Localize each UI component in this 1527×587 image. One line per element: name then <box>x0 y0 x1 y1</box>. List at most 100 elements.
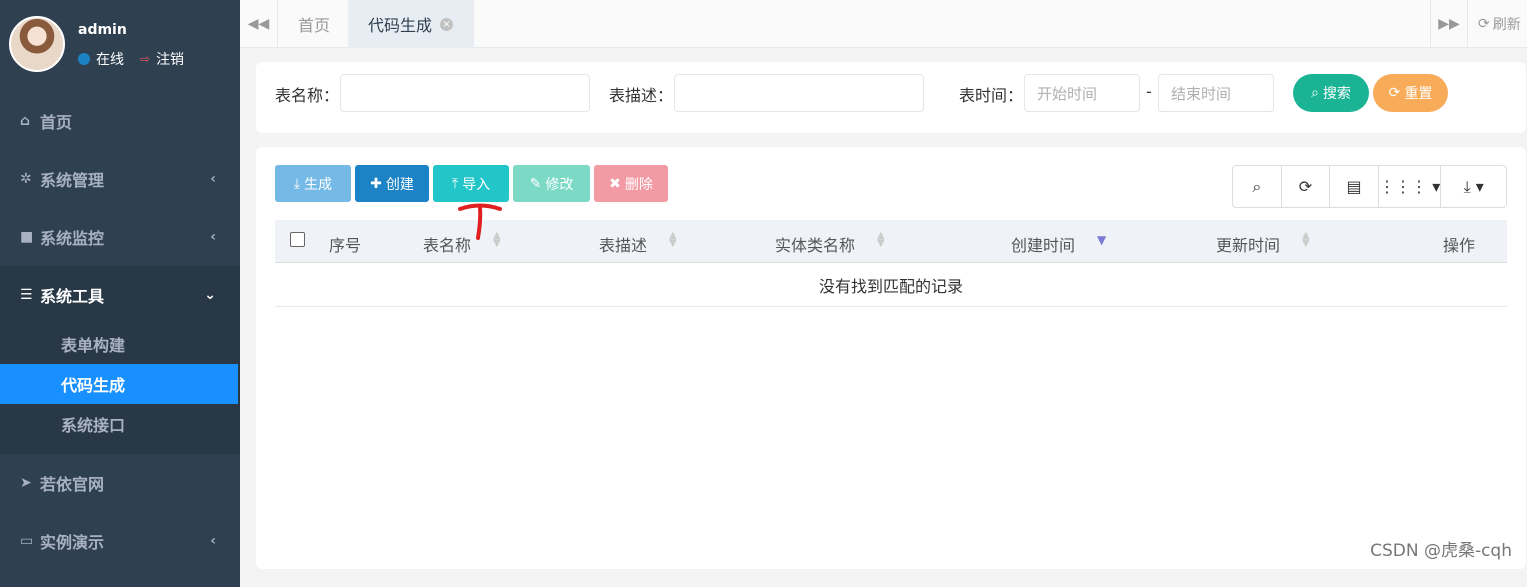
grid-icon: ⋮⋮⋮ ▾ <box>1379 177 1441 196</box>
import-label: 导入 <box>462 176 491 193</box>
sidebar-item-label: 若依官网 <box>40 475 105 494</box>
system-tools-submenu: 表单构建 代码生成 系统接口 <box>0 324 240 454</box>
table-name-input[interactable] <box>340 74 590 112</box>
tab-scroll-left-icon[interactable]: ◀◀ <box>240 0 278 48</box>
sidebar-item-demo[interactable]: ▭ 实例演示 ‹ <box>0 512 240 570</box>
send-icon: ➤ <box>20 475 32 491</box>
edit-icon: ✎ <box>529 175 542 192</box>
end-time-input[interactable]: 结束时间 <box>1158 74 1274 112</box>
reset-button-label: 重置 <box>1404 86 1433 102</box>
reset-button[interactable]: ⟳ 重置 <box>1373 74 1448 112</box>
sort-icon[interactable]: ▲ ▼ <box>877 231 885 249</box>
create-button[interactable]: ✚ 创建 <box>355 165 429 202</box>
avatar[interactable] <box>9 16 65 72</box>
close-icon[interactable]: × <box>440 17 454 31</box>
edit-button[interactable]: ✎ 修改 <box>513 165 590 202</box>
sidebar-item-ruoyi-site[interactable]: ➤ 若依官网 <box>0 454 240 512</box>
sidebar-item-label: 系统管理 <box>40 171 105 190</box>
toggle-view-button[interactable]: ▤ <box>1330 166 1379 207</box>
empty-table-message: 没有找到匹配的记录 <box>275 263 1507 307</box>
select-all-checkbox[interactable] <box>290 232 305 247</box>
create-label: 创建 <box>385 176 414 193</box>
tab-code-gen[interactable]: 代码生成 × <box>348 0 475 48</box>
sidebar-item-system-manage[interactable]: ✲ 系统管理 ‹ <box>0 150 240 208</box>
time-range-dash: - <box>1146 82 1152 101</box>
table-toolbar: ⌕ ⟳ ▤ ⋮⋮⋮ ▾ ⤓ ▾ <box>1232 165 1507 208</box>
start-time-input[interactable]: 开始时间 <box>1024 74 1140 112</box>
table-desc-input[interactable] <box>674 74 924 112</box>
tab-bar: ◀◀ 首页 代码生成 × ▶▶ ⟳ 刷新 <box>240 0 1527 48</box>
sidebar-item-system-tools[interactable]: ☰ 系统工具 ⌄ <box>0 266 240 324</box>
table-desc-label: 表描述： <box>609 86 674 105</box>
gear-icon: ✲ <box>20 171 32 187</box>
sidebar-item-label: 实例演示 <box>40 533 105 552</box>
sidebar-item-system-monitor[interactable]: ■ 系统监控 ‹ <box>0 208 240 266</box>
generate-button[interactable]: ⤓ 生成 <box>275 165 351 202</box>
column-header: 序号 <box>329 236 362 255</box>
tab-home[interactable]: 首页 <box>278 0 352 48</box>
edit-label: 修改 <box>545 176 574 193</box>
chevron-left-icon: ‹ <box>210 171 216 187</box>
online-label: 在线 <box>96 52 124 68</box>
chevron-left-icon: ‹ <box>210 533 216 549</box>
user-status: 在线 ⇨ 注销 <box>78 49 184 69</box>
sidebar-item-home[interactable]: ⌂ 首页 <box>0 92 240 150</box>
columns-button[interactable]: ⋮⋮⋮ ▾ <box>1379 166 1442 207</box>
chevron-left-icon: ‹ <box>210 229 216 245</box>
sidebar-item-label: 系统监控 <box>40 229 105 248</box>
sort-desc-icon[interactable]: ▼ <box>1097 234 1106 246</box>
refresh-label: 刷新 <box>1492 17 1521 33</box>
user-name: admin <box>78 22 127 38</box>
download-icon: ⤓ <box>293 175 301 192</box>
chevron-down-icon: ⌄ <box>204 287 216 303</box>
delete-label: 删除 <box>624 176 653 193</box>
table-panel: ⤓ 生成 ✚ 创建 ⤒ 导入 ✎ 修改 ✖ 删除 ⌕ ⟳ ▤ ⋮⋮⋮ ▾ ⤓ ▾… <box>256 147 1526 569</box>
bars-icon: ☰ <box>20 287 33 303</box>
remove-icon: ✖ <box>609 175 621 192</box>
logout-link[interactable]: 注销 <box>156 49 184 69</box>
refresh-icon: ⟳ <box>1298 177 1313 196</box>
refresh-icon: ⟳ <box>1388 85 1401 101</box>
sidebar-subitem-code-gen[interactable]: 代码生成 <box>0 364 238 404</box>
logout-icon[interactable]: ⇨ <box>140 52 150 66</box>
watermark: CSDN @虎桑-cqh <box>1370 541 1512 561</box>
delete-button[interactable]: ✖ 删除 <box>594 165 668 202</box>
user-panel: admin 在线 ⇨ 注销 <box>0 0 240 90</box>
sidebar-subitem-api[interactable]: 系统接口 <box>0 404 240 444</box>
search-button[interactable]: ⌕ 搜索 <box>1293 74 1369 112</box>
sidebar-item-label: 系统工具 <box>40 287 105 306</box>
search-icon: ⌕ <box>1252 176 1262 196</box>
generate-label: 生成 <box>304 176 333 193</box>
list-icon: ▤ <box>1346 177 1362 196</box>
import-button[interactable]: ⤒ 导入 <box>433 165 509 202</box>
tab-label: 代码生成 <box>368 16 433 35</box>
sidebar-subitem-form-build[interactable]: 表单构建 <box>0 324 240 364</box>
column-header[interactable]: 表描述 <box>599 232 647 256</box>
desktop-icon: ▭ <box>20 533 34 549</box>
column-header[interactable]: 更新时间 <box>1216 232 1280 256</box>
search-icon: ⌕ <box>1311 85 1319 101</box>
tab-scroll-right-icon[interactable]: ▶▶ <box>1430 0 1468 48</box>
online-dot-icon <box>78 53 90 65</box>
red-arrow-annotation <box>458 203 502 240</box>
table-name-label: 表名称： <box>275 86 340 105</box>
sort-icon[interactable]: ▲ ▼ <box>1302 231 1310 249</box>
upload-icon: ⤒ <box>451 175 459 192</box>
plus-icon: ✚ <box>370 175 382 192</box>
refresh-table-button[interactable]: ⟳ <box>1282 166 1331 207</box>
column-header[interactable]: 创建时间 <box>1011 232 1075 256</box>
search-panel: 表名称： 表描述： 表时间： 开始时间 - 结束时间 ⌕ 搜索 ⟳ 重置 <box>256 62 1526 133</box>
tab-label: 首页 <box>298 16 331 35</box>
sort-icon[interactable]: ▲ ▼ <box>669 231 677 249</box>
search-toggle-button[interactable]: ⌕ <box>1233 166 1282 207</box>
sidebar: admin 在线 ⇨ 注销 ⌂ 首页 ✲ 系统管理 ‹ ■ 系统监控 ‹ ☰ 系… <box>0 0 240 587</box>
refresh-button[interactable]: ⟳ 刷新 <box>1478 0 1521 48</box>
export-button[interactable]: ⤓ ▾ <box>1441 166 1506 207</box>
home-icon: ⌂ <box>20 113 31 129</box>
export-icon: ⤓ ▾ <box>1463 176 1484 196</box>
video-camera-icon: ■ <box>20 229 34 245</box>
refresh-icon: ⟳ <box>1478 16 1490 32</box>
sidebar-item-label: 首页 <box>40 113 73 132</box>
table-time-label: 表时间： <box>959 86 1024 105</box>
column-header[interactable]: 实体类名称 <box>775 232 855 256</box>
